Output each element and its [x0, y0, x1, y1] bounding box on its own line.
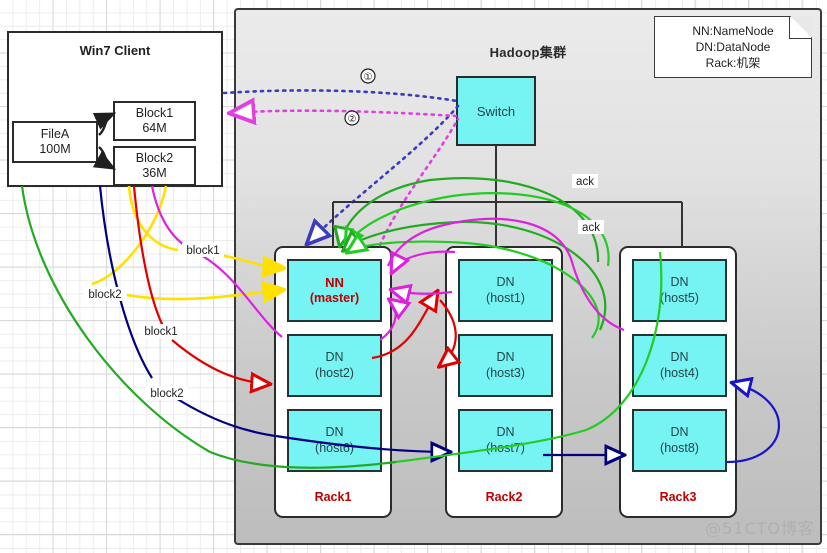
- node-nn-master: NN (master): [287, 259, 382, 322]
- node-dn-host3: DN (host3): [458, 334, 553, 397]
- node-dn-host6-main: DN: [325, 424, 344, 439]
- node-dn-host1-main: DN: [496, 274, 515, 289]
- node-dn-host6-sub: (host6): [315, 440, 354, 455]
- block1-name: Block1: [135, 106, 174, 121]
- file-a-name: FileA: [40, 127, 70, 142]
- node-dn-host7-main: DN: [496, 424, 515, 439]
- node-dn-host5-main: DN: [670, 274, 689, 289]
- diagram-canvas: Hadoop集群 NN:NameNode DN:DataNode Rack:机架…: [0, 0, 827, 553]
- node-dn-host2-main: DN: [325, 349, 344, 364]
- legend-line-nn: NN:NameNode: [692, 23, 774, 38]
- node-dn-host6: DN (host6): [287, 409, 382, 472]
- rack-1-label: Rack1: [314, 490, 352, 504]
- node-dn-host5: DN (host5): [632, 259, 727, 322]
- node-dn-host3-main: DN: [496, 349, 515, 364]
- block1-box: Block1 64M: [113, 101, 196, 141]
- node-dn-host7: DN (host7): [458, 409, 553, 472]
- note-fold-corner-icon: [789, 16, 812, 39]
- node-dn-host8-main: DN: [670, 424, 689, 439]
- legend-line-dn: DN:DataNode: [695, 39, 771, 54]
- node-dn-host4-main: DN: [670, 349, 689, 364]
- node-dn-host5-sub: (host5): [660, 290, 699, 305]
- node-dn-host1-sub: (host1): [486, 290, 525, 305]
- switch-node: Switch: [456, 76, 536, 146]
- file-a-box: FileA 100M: [12, 121, 98, 163]
- node-dn-host2: DN (host2): [287, 334, 382, 397]
- client-title: Win7 Client: [79, 43, 151, 58]
- block2-size: 36M: [142, 166, 167, 180]
- rack-3-label: Rack3: [659, 490, 697, 504]
- node-dn-host3-sub: (host3): [486, 365, 525, 380]
- node-dn-host2-sub: (host2): [315, 365, 354, 380]
- node-dn-host8: DN (host8): [632, 409, 727, 472]
- rack-2-label: Rack2: [485, 490, 523, 504]
- node-nn-master-sub: (master): [309, 290, 360, 305]
- rack-1: NN (master) DN (host2) DN (host6) Rack1: [274, 246, 392, 518]
- node-dn-host4-sub: (host4): [660, 365, 699, 380]
- legend-line-rack: Rack:机架: [705, 56, 761, 71]
- block2-box: Block2 36M: [113, 146, 196, 186]
- legend-note: NN:NameNode DN:DataNode Rack:机架: [654, 16, 812, 78]
- node-dn-host7-sub: (host7): [486, 440, 525, 455]
- block2-name: Block2: [135, 151, 174, 166]
- node-dn-host1: DN (host1): [458, 259, 553, 322]
- rack-3: DN (host5) DN (host4) DN (host8) Rack3: [619, 246, 737, 518]
- file-a-size: 100M: [39, 142, 71, 156]
- node-nn-master-main: NN: [325, 274, 344, 290]
- switch-label: Switch: [476, 103, 516, 119]
- node-dn-host8-sub: (host8): [660, 440, 699, 455]
- node-dn-host4: DN (host4): [632, 334, 727, 397]
- watermark: @51CTO博客: [705, 519, 815, 538]
- rack-2: DN (host1) DN (host3) DN (host7) Rack2: [445, 246, 563, 518]
- block1-size: 64M: [142, 121, 167, 135]
